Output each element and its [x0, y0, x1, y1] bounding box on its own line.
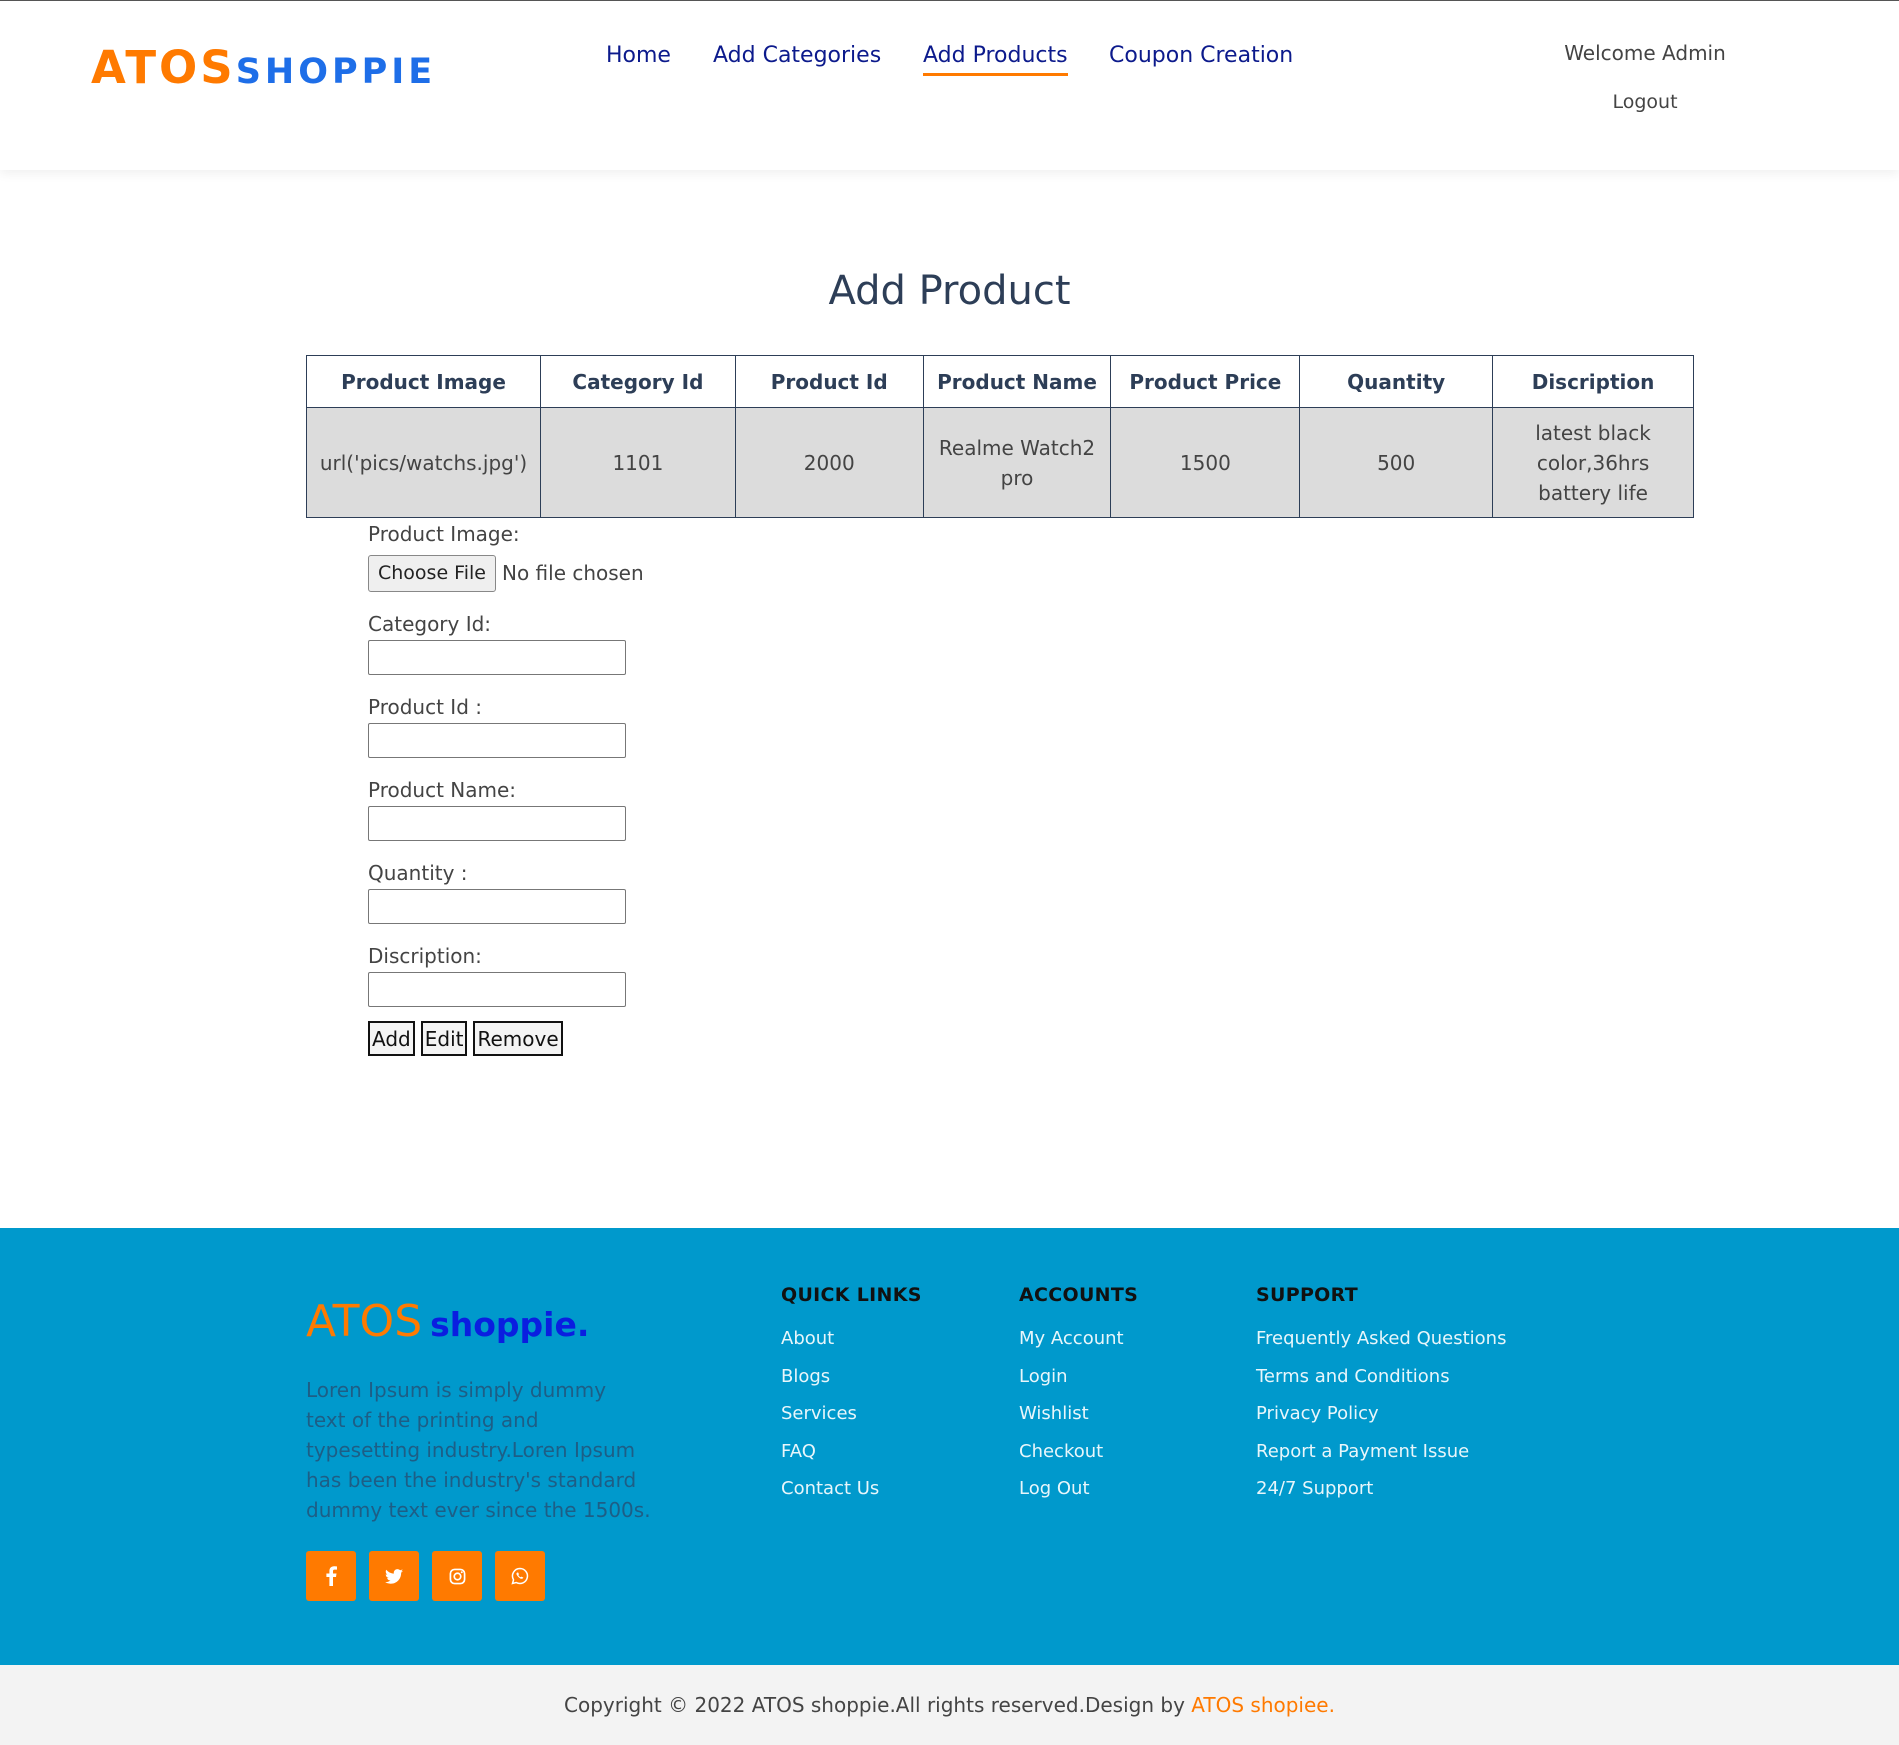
nav-add-products[interactable]: Add Products: [923, 43, 1068, 76]
footer-link-log-out[interactable]: Log Out: [1019, 1478, 1138, 1516]
footer-link-faq[interactable]: FAQ: [781, 1441, 922, 1479]
footer-link-about[interactable]: About: [781, 1328, 922, 1366]
header-product-image: Product Image: [306, 355, 541, 408]
quantity-label: Quantity :: [368, 861, 468, 885]
add-product-form: Product Image: Choose File No file chose…: [368, 522, 768, 1056]
quick-links-column: QUICK LINKS About Blogs Services FAQ Con…: [781, 1284, 922, 1516]
quick-links-title: QUICK LINKS: [781, 1284, 922, 1306]
file-picker: Choose File No file chosen: [368, 554, 768, 592]
site-header: ATOSSHOPPIE Home Add Categories Add Prod…: [0, 0, 1899, 170]
footer-link-login[interactable]: Login: [1019, 1366, 1138, 1404]
footer-link-my-account[interactable]: My Account: [1019, 1328, 1138, 1366]
footer-link-services[interactable]: Services: [781, 1403, 922, 1441]
accounts-column: ACCOUNTS My Account Login Wishlist Check…: [1019, 1284, 1138, 1516]
no-file-text: No file chosen: [501, 561, 644, 585]
footer-description: Loren Ipsum is simply dummy text of the …: [306, 1378, 651, 1522]
footer-logo-atos: ATOS: [306, 1296, 423, 1347]
footer-link-support[interactable]: 24/7 Support: [1256, 1478, 1506, 1516]
form-actions: Add Edit Remove: [368, 1021, 768, 1056]
header-quantity: Quantity: [1299, 355, 1494, 408]
remove-button[interactable]: Remove: [473, 1021, 563, 1056]
nav-home[interactable]: Home: [606, 43, 671, 73]
description-input[interactable]: [368, 972, 626, 1007]
site-footer: ATOS shoppie. Loren Ipsum is simply dummy…: [0, 1228, 1899, 1665]
footer-link-terms[interactable]: Terms and Conditions: [1256, 1366, 1506, 1404]
footer-logo-shoppie: shoppie.: [430, 1305, 590, 1344]
support-column: SUPPORT Frequently Asked Questions Terms…: [1256, 1284, 1506, 1516]
table-header-row: Product Image Category Id Product Id Pro…: [306, 355, 1694, 408]
add-button[interactable]: Add: [368, 1021, 415, 1056]
quantity-input[interactable]: [368, 889, 626, 924]
footer-link-faqs[interactable]: Frequently Asked Questions: [1256, 1328, 1506, 1366]
products-table: Product Image Category Id Product Id Pro…: [306, 355, 1694, 518]
cell-description: latest black color,36hrs battery life: [1492, 407, 1694, 518]
copyright-bar: Copyright © 2022 ATOS shoppie.All rights…: [0, 1665, 1899, 1745]
header-product-id: Product Id: [734, 355, 924, 408]
product-id-label: Product Id :: [368, 695, 482, 719]
product-name-label: Product Name:: [368, 778, 517, 802]
footer-link-privacy[interactable]: Privacy Policy: [1256, 1403, 1506, 1441]
footer-link-contact-us[interactable]: Contact Us: [781, 1478, 922, 1516]
product-image-label: Product Image:: [368, 522, 520, 546]
page-title: Add Product: [828, 268, 1071, 314]
edit-button[interactable]: Edit: [420, 1021, 468, 1056]
footer-logo: ATOS shoppie.: [306, 1296, 589, 1347]
choose-file-button[interactable]: Choose File: [368, 554, 496, 592]
accounts-title: ACCOUNTS: [1019, 1284, 1139, 1306]
product-id-input[interactable]: [368, 723, 626, 758]
support-title: SUPPORT: [1256, 1284, 1358, 1306]
twitter-icon[interactable]: [369, 1551, 419, 1601]
category-id-label: Category Id:: [368, 612, 492, 636]
description-label: Discription:: [368, 944, 482, 968]
logo-part-atos: ATOS: [91, 41, 236, 94]
header-product-name: Product Name: [922, 355, 1112, 408]
cell-product-name: Realme Watch2 pro: [922, 407, 1112, 518]
instagram-icon[interactable]: [432, 1551, 482, 1601]
facebook-icon[interactable]: [306, 1551, 356, 1601]
category-id-input[interactable]: [368, 640, 626, 675]
cell-product-price: 1500: [1110, 407, 1301, 518]
social-links: [306, 1551, 545, 1601]
footer-link-blogs[interactable]: Blogs: [781, 1366, 922, 1404]
header-product-price: Product Price: [1110, 355, 1301, 408]
product-name-input[interactable]: [368, 806, 626, 841]
cell-quantity: 500: [1299, 407, 1494, 518]
logout-link[interactable]: Logout: [1545, 91, 1745, 113]
logo-part-shoppie: SHOPPIE: [235, 52, 437, 92]
nav-coupon-creation[interactable]: Coupon Creation: [1109, 43, 1293, 73]
cell-category-id: 1101: [539, 407, 736, 518]
site-logo[interactable]: ATOSSHOPPIE: [91, 41, 436, 94]
footer-link-checkout[interactable]: Checkout: [1019, 1441, 1138, 1479]
cell-product-id: 2000: [734, 407, 924, 518]
footer-link-payment-issue[interactable]: Report a Payment Issue: [1256, 1441, 1506, 1479]
footer-link-wishlist[interactable]: Wishlist: [1019, 1403, 1138, 1441]
copyright-text: Copyright © 2022 ATOS shoppie.All rights…: [564, 1693, 1185, 1717]
welcome-text: Welcome Admin: [1564, 41, 1726, 65]
nav-add-categories[interactable]: Add Categories: [713, 43, 881, 73]
whatsapp-icon[interactable]: [495, 1551, 545, 1601]
header-category-id: Category Id: [539, 355, 736, 408]
header-description: Discription: [1492, 355, 1694, 408]
designer-link[interactable]: ATOS shopiee.: [1191, 1693, 1335, 1717]
cell-product-image: url('pics/watchs.jpg'): [306, 407, 541, 518]
table-row: url('pics/watchs.jpg') 1101 2000 Realme …: [306, 407, 1694, 518]
